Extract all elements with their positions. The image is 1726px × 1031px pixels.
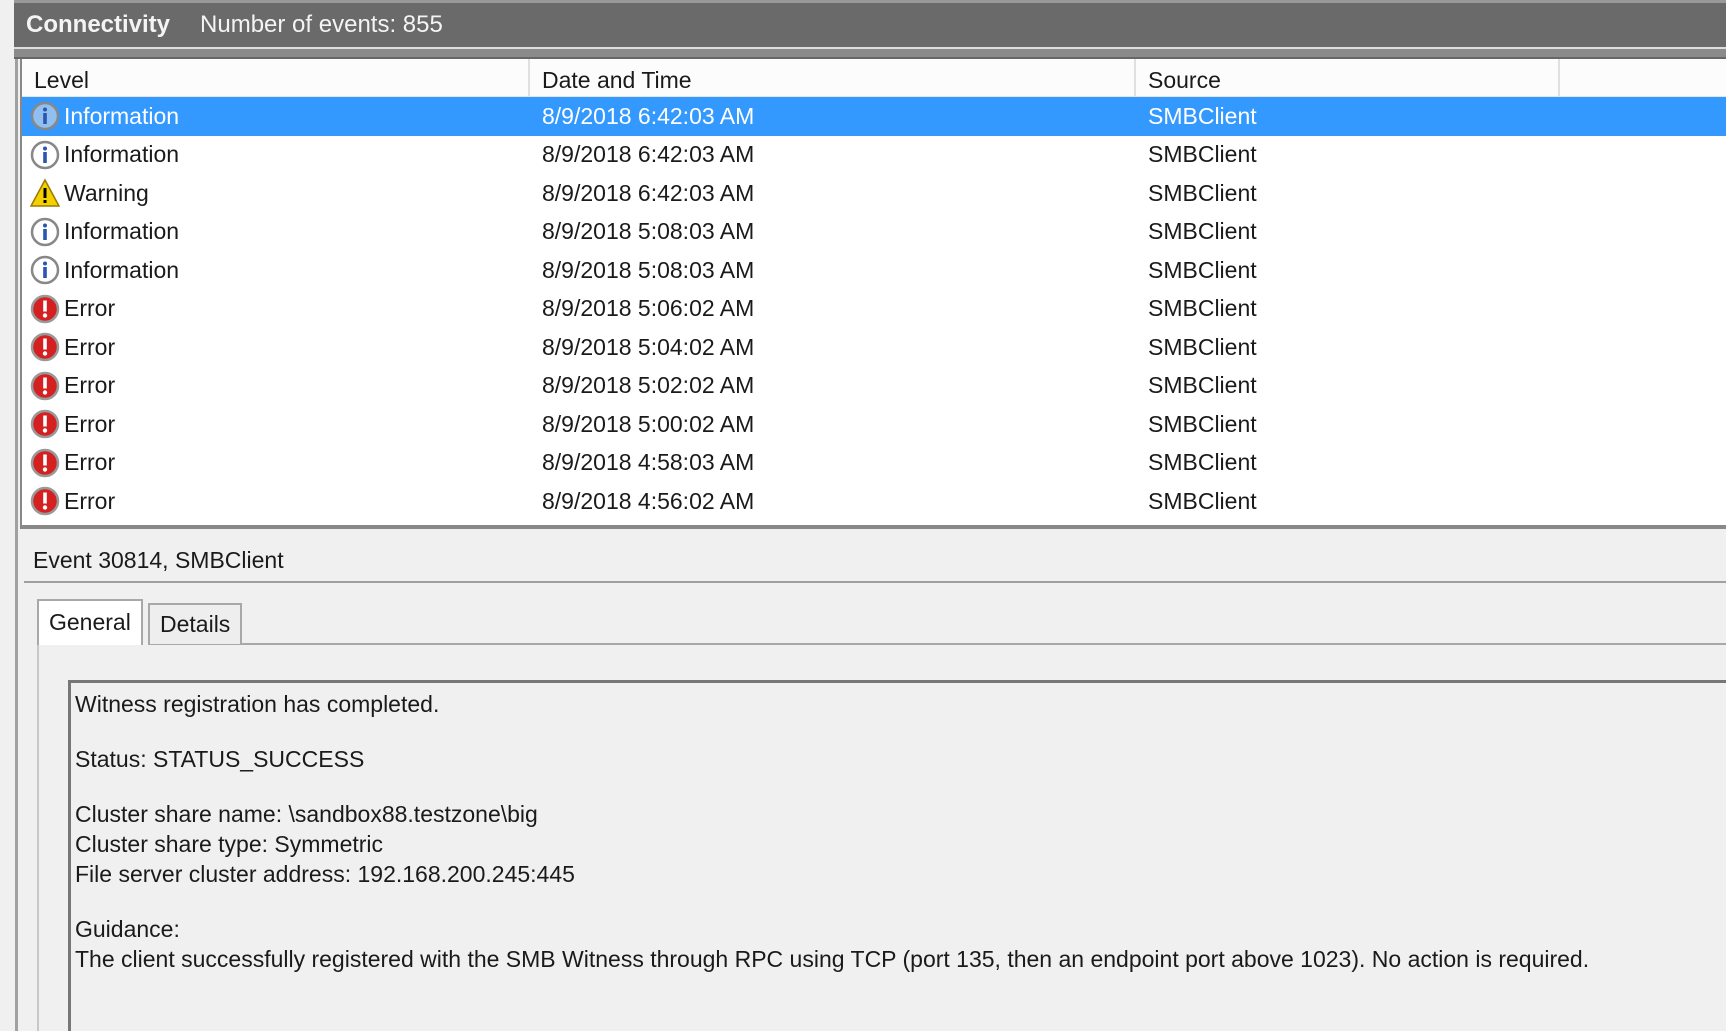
description-line: Guidance: (75, 916, 180, 942)
level-cell: Warning (22, 178, 530, 208)
divider (24, 581, 1726, 583)
datetime-cell: 8/9/2018 5:04:02 AM (542, 333, 755, 360)
event-row[interactable]: Error 8/9/2018 4:58:03 AM SMBClient (22, 444, 1726, 483)
description-line: Cluster share type: Symmetric (75, 831, 384, 857)
event-description[interactable]: Witness registration has completed. Statu… (68, 680, 1726, 1031)
error-icon (30, 294, 64, 324)
level-label: Information (64, 256, 180, 283)
level-label: Warning (64, 179, 149, 206)
source-cell: SMBClient (1148, 256, 1257, 283)
description-line (75, 774, 1722, 799)
info-icon (30, 101, 64, 131)
tab-details[interactable]: Details (148, 603, 243, 644)
column-header-date[interactable]: Date and Time (530, 59, 1136, 96)
level-cell: Information (22, 140, 530, 170)
error-icon (30, 371, 64, 401)
description-line: Cluster share name: \sandbox88.testzone\… (75, 801, 538, 827)
source-cell: SMBClient (1148, 372, 1257, 399)
tab-general[interactable]: General (37, 599, 143, 645)
error-icon (30, 332, 64, 362)
column-headers: Level Date and Time Source (22, 59, 1726, 97)
left-pane-edge (0, 0, 18, 1031)
datetime-cell: 8/9/2018 4:58:03 AM (542, 449, 755, 476)
event-row[interactable]: Error 8/9/2018 4:56:02 AM SMBClient (22, 482, 1726, 521)
event-row[interactable]: Information 8/9/2018 6:42:03 AM SMBClient (22, 97, 1726, 136)
error-icon (30, 409, 64, 439)
source-cell: SMBClient (1148, 333, 1257, 360)
error-icon (30, 486, 64, 516)
description-line: File server cluster address: 192.168.200… (75, 861, 575, 887)
level-label: Information (64, 141, 180, 168)
info-icon (30, 217, 64, 247)
column-header-level[interactable]: Level (22, 59, 530, 96)
log-title-bar: Connectivity Number of events: 855 (14, 0, 1726, 47)
description-line: Status: STATUS_SUCCESS (75, 746, 365, 772)
datetime-cell: 8/9/2018 6:42:03 AM (542, 141, 755, 168)
level-cell: Error (22, 332, 530, 362)
level-cell: Error (22, 486, 530, 516)
level-label: Error (64, 487, 116, 514)
level-cell: Error (22, 448, 530, 478)
column-header-source[interactable]: Source (1136, 59, 1560, 96)
source-cell: SMBClient (1148, 218, 1257, 245)
datetime-cell: 8/9/2018 5:02:02 AM (542, 372, 755, 399)
level-cell: Information (22, 255, 530, 285)
description-line (75, 889, 1722, 914)
description-line (75, 719, 1722, 744)
splitter[interactable] (14, 47, 1726, 59)
datetime-cell: 8/9/2018 6:42:03 AM (542, 102, 755, 129)
datetime-cell: 8/9/2018 5:08:03 AM (542, 256, 755, 283)
datetime-cell: 8/9/2018 5:06:02 AM (542, 295, 755, 322)
datetime-cell: 8/9/2018 5:08:03 AM (542, 218, 755, 245)
level-cell: Information (22, 101, 530, 131)
description-line: Witness registration has completed. (75, 691, 440, 717)
level-label: Error (64, 372, 116, 399)
level-label: Information (64, 102, 180, 129)
source-cell: SMBClient (1148, 449, 1257, 476)
source-cell: SMBClient (1148, 487, 1257, 514)
datetime-cell: 8/9/2018 5:00:02 AM (542, 410, 755, 437)
level-cell: Error (22, 409, 530, 439)
event-row[interactable]: Information 8/9/2018 5:08:03 AM SMBClient (22, 251, 1726, 290)
log-name: Connectivity (26, 11, 171, 38)
event-row[interactable]: Warning 8/9/2018 6:42:03 AM SMBClient (22, 174, 1726, 213)
event-row[interactable]: Error 8/9/2018 5:02:02 AM SMBClient (22, 367, 1726, 406)
divider (148, 643, 1726, 645)
level-label: Error (64, 410, 116, 437)
source-cell: SMBClient (1148, 102, 1257, 129)
event-row[interactable]: Information 8/9/2018 5:08:03 AM SMBClient (22, 213, 1726, 252)
source-cell: SMBClient (1148, 295, 1257, 322)
event-row[interactable]: Error 8/9/2018 5:06:02 AM SMBClient (22, 290, 1726, 329)
level-cell: Information (22, 217, 530, 247)
level-cell: Error (22, 371, 530, 401)
level-label: Error (64, 333, 116, 360)
level-cell: Error (22, 294, 530, 324)
datetime-cell: 8/9/2018 6:42:03 AM (542, 179, 755, 206)
event-row[interactable]: Information 8/9/2018 6:42:03 AM SMBClient (22, 136, 1726, 175)
event-row[interactable]: Error 8/9/2018 5:00:02 AM SMBClient (22, 405, 1726, 444)
source-cell: SMBClient (1148, 179, 1257, 206)
event-count: Number of events: 855 (200, 11, 443, 38)
info-icon (30, 255, 64, 285)
level-label: Information (64, 218, 180, 245)
source-cell: SMBClient (1148, 410, 1257, 437)
info-icon (30, 140, 64, 170)
level-label: Error (64, 295, 116, 322)
datetime-cell: 8/9/2018 4:56:02 AM (542, 487, 755, 514)
event-list[interactable]: Level Date and Time Source Information 8/… (20, 59, 1726, 529)
event-detail-title: Event 30814, SMBClient (33, 547, 284, 573)
source-cell: SMBClient (1148, 141, 1257, 168)
warning-icon (30, 178, 64, 208)
error-icon (30, 448, 64, 478)
event-row[interactable]: Error 8/9/2018 5:04:02 AM SMBClient (22, 328, 1726, 367)
description-line: The client successfully registered with … (75, 946, 1590, 972)
level-label: Error (64, 449, 116, 476)
